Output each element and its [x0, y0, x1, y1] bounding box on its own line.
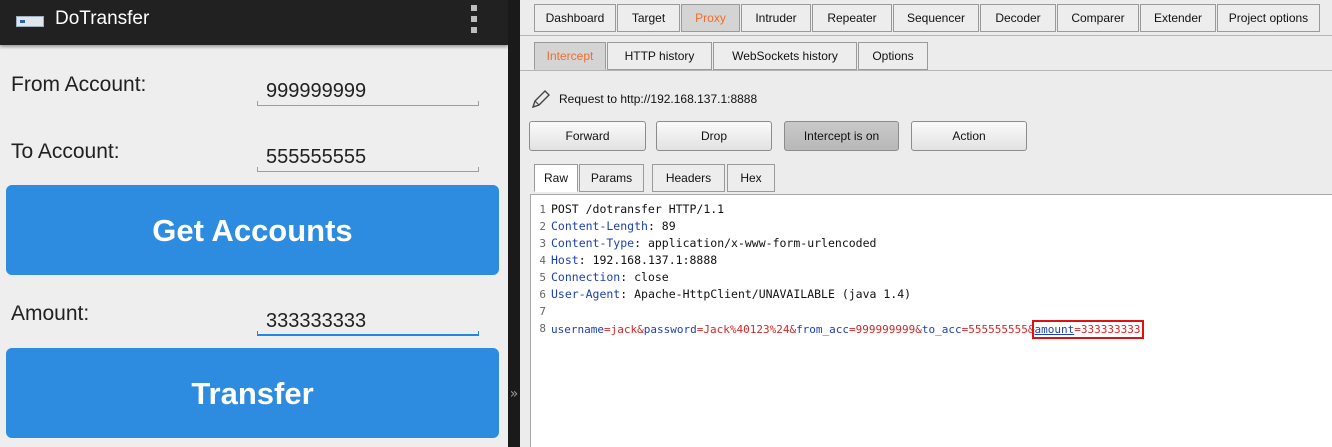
transfer-button[interactable]: Transfer — [6, 348, 499, 438]
header-name: Connection — [551, 270, 621, 284]
editor-tab-raw[interactable]: Raw — [534, 164, 578, 192]
subtab-http-history[interactable]: HTTP history — [607, 42, 712, 70]
amount-label: Amount: — [11, 302, 90, 325]
subtab-intercept[interactable]: Intercept — [534, 42, 606, 70]
line-number: 1 — [539, 203, 546, 216]
header-value: application/x-www-form-urlencoded — [641, 236, 877, 250]
from-account-label: From Account: — [11, 73, 147, 96]
header-name: Host — [551, 253, 579, 267]
tab-sequencer[interactable]: Sequencer — [893, 4, 979, 32]
line-number: 4 — [539, 254, 546, 267]
split-divider[interactable]: » — [508, 0, 520, 447]
amount-input[interactable]: 333333333 — [266, 310, 366, 333]
burp-suite-window: Dashboard Target Proxy Intruder Repeater… — [520, 0, 1332, 447]
get-accounts-button[interactable]: Get Accounts — [6, 185, 499, 275]
drop-button[interactable]: Drop — [656, 121, 772, 151]
tab-proxy[interactable]: Proxy — [681, 4, 740, 32]
param-value: jack — [610, 323, 638, 336]
raw-request-editor[interactable]: 1 2 3 4 5 6 7 8 POST /dotransfer HTTP/1.… — [530, 194, 1332, 447]
line-number: 2 — [539, 220, 546, 233]
tab-dashboard[interactable]: Dashboard — [534, 4, 616, 32]
tabs-baseline — [520, 35, 1332, 36]
param-value: 999999999 — [855, 323, 916, 336]
intercept-toggle-button[interactable]: Intercept is on — [784, 121, 899, 151]
to-account-label: To Account: — [11, 140, 120, 163]
header-host: Host: 192.168.137.1:8888 — [551, 253, 718, 267]
param-name: username — [551, 323, 604, 336]
line-number: 7 — [539, 305, 546, 318]
tab-comparer[interactable]: Comparer — [1057, 4, 1139, 32]
editor-tab-hex[interactable]: Hex — [727, 164, 775, 192]
amount-underline — [257, 331, 479, 336]
to-account-underline — [257, 167, 479, 172]
editor-tab-headers[interactable]: Headers — [652, 164, 725, 192]
param-value: 333333333 — [1080, 323, 1141, 336]
header-content-type: Content-Type: application/x-www-form-url… — [551, 236, 877, 250]
line-number: 3 — [539, 237, 546, 250]
request-body: username=jack&password=Jack%40123%24&fro… — [551, 320, 1144, 339]
subtab-websockets-history[interactable]: WebSockets history — [713, 42, 857, 70]
header-name: Content-Length — [551, 219, 648, 233]
request-line: POST /dotransfer HTTP/1.1 — [551, 202, 725, 216]
line-number: 6 — [539, 288, 546, 301]
header-name: Content-Type — [551, 236, 635, 250]
from-account-input[interactable]: 999999999 — [266, 80, 366, 103]
expand-chevron-icon[interactable]: » — [508, 386, 520, 402]
tab-extender[interactable]: Extender — [1140, 4, 1216, 32]
line-number: 8 — [539, 322, 546, 335]
header-user-agent: User-Agent: Apache-HttpClient/UNAVAILABL… — [551, 287, 912, 301]
tab-decoder[interactable]: Decoder — [980, 4, 1056, 32]
app-bar: DoTransfer — [0, 0, 508, 45]
tab-target[interactable]: Target — [617, 4, 680, 32]
from-account-underline — [257, 101, 479, 106]
param-name: from_acc — [796, 323, 850, 336]
param-value: Jack%40123%24 — [703, 323, 790, 336]
header-value: 192.168.137.1:8888 — [585, 253, 718, 267]
tab-repeater[interactable]: Repeater — [812, 4, 892, 32]
tab-intruder[interactable]: Intruder — [741, 4, 811, 32]
app-icon — [16, 16, 44, 27]
tab-project-options[interactable]: Project options — [1217, 4, 1320, 32]
app-title: DoTransfer — [55, 8, 150, 29]
param-name: password — [643, 323, 697, 336]
header-content-length: Content-Length: 89 — [551, 219, 676, 233]
header-value: close — [627, 270, 669, 284]
subtabs-baseline — [520, 70, 1332, 71]
param-name: amount — [1034, 323, 1075, 336]
line-number: 5 — [539, 271, 546, 284]
subtab-options[interactable]: Options — [858, 42, 928, 70]
param-value: 555555555 — [968, 323, 1028, 336]
header-value: Apache-HttpClient/UNAVAILABLE (java 1.4) — [627, 287, 912, 301]
android-app: DoTransfer From Account: 999999999 To Ac… — [0, 0, 508, 447]
overflow-menu-icon[interactable] — [469, 5, 479, 33]
request-target-text: Request to http://192.168.137.1:8888 — [559, 92, 758, 106]
to-account-input[interactable]: 555555555 — [266, 146, 366, 169]
highlighted-amount-param: amount=333333333 — [1031, 320, 1144, 339]
forward-button[interactable]: Forward — [529, 121, 646, 151]
param-name: to_acc — [921, 323, 962, 336]
header-name: User-Agent — [551, 287, 621, 301]
header-connection: Connection: close — [551, 270, 669, 284]
action-button[interactable]: Action — [911, 121, 1027, 151]
editor-tab-params[interactable]: Params — [579, 164, 644, 192]
header-value: 89 — [654, 219, 676, 233]
pencil-icon — [531, 90, 550, 109]
